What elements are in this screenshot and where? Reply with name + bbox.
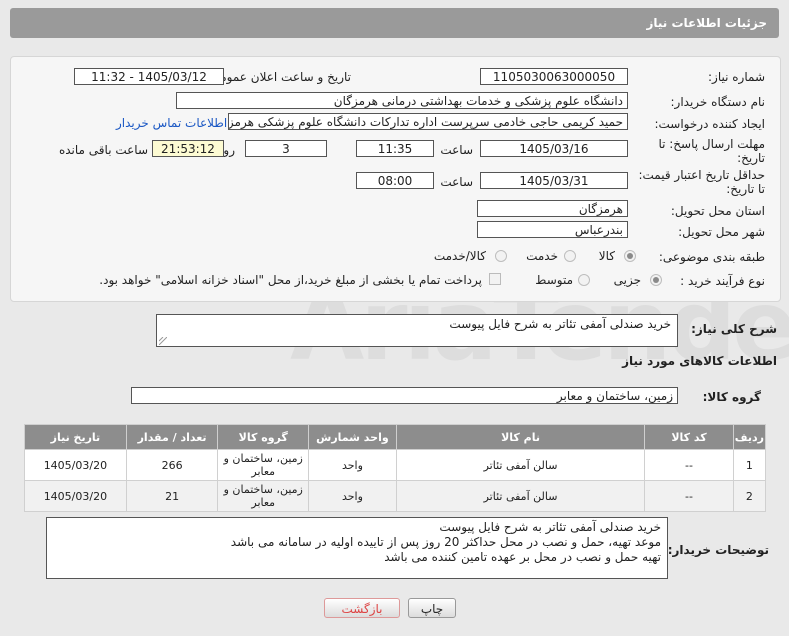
cell-goods-group: زمین، ساختمان و معابر xyxy=(217,480,310,512)
cell-goods-name: سالن آمفی تئاتر xyxy=(395,449,646,481)
buyer-notes-textarea: خرید صندلی آمفی تئاتر به شرح فایل پیوست … xyxy=(46,517,668,579)
goods-table: ردیف کد کالا نام کالا واحد شمارش گروه کا… xyxy=(24,424,767,512)
col-header-quantity: تعداد / مقدار xyxy=(125,424,219,450)
cell-quantity: 266 xyxy=(125,449,219,481)
goods-group-field: زمین، ساختمان و معابر xyxy=(131,387,678,404)
category-option-goods: کالا xyxy=(598,249,615,263)
deadline-time-label: ساعت xyxy=(440,143,473,157)
buyer-notes-line: تهیه حمل و نصب در محل بر عهده تامین کنند… xyxy=(384,550,661,564)
col-header-goods-code: کد کالا xyxy=(644,424,734,450)
creator-field: حمید کریمی حاجی خادمی سرپرست اداره تدارک… xyxy=(228,113,628,130)
process-option-minor: جزیی xyxy=(613,273,641,287)
cell-goods-code: -- xyxy=(644,480,734,512)
summary-text: خرید صندلی آمفی تئاتر به شرح فایل پیوست xyxy=(449,317,671,331)
treasury-payment-note: پرداخت تمام یا بخشی از مبلغ خرید،از محل … xyxy=(99,273,482,287)
col-header-row-number: ردیف xyxy=(732,424,767,450)
deadline-label-date: تاریخ: xyxy=(737,151,765,165)
process-option-medium: متوسط xyxy=(535,273,573,287)
cell-goods-group: زمین، ساختمان و معابر xyxy=(217,449,310,481)
city-field: بندرعباس xyxy=(477,221,628,238)
category-radio-service[interactable] xyxy=(564,250,576,262)
validity-label-date: تا تاریخ: xyxy=(726,182,765,196)
remaining-time-field: 21:53:12 xyxy=(152,140,224,157)
buyer-org-field: دانشگاه علوم پزشکی و خدمات بهداشتی درمان… xyxy=(176,92,628,109)
category-radio-goods[interactable] xyxy=(624,250,636,262)
goods-group-label: گروه کالا: xyxy=(702,390,761,404)
cell-unit: واحد xyxy=(308,449,397,481)
deadline-time-field: 11:35 xyxy=(356,140,434,157)
need-number-field: 1105030063000050 xyxy=(480,68,628,85)
page-title: جزئیات اطلاعات نیاز xyxy=(646,16,767,30)
col-header-need-date: تاریخ نیاز xyxy=(24,424,127,450)
validity-label: حداقل تاریخ اعتبار قیمت: xyxy=(638,168,765,182)
cell-row-number: 1 xyxy=(732,449,767,481)
category-option-goods-service: کالا/خدمت xyxy=(433,249,486,263)
deadline-label: مهلت ارسال پاسخ: تا xyxy=(658,137,765,151)
table-row: 1 -- سالن آمفی تئاتر واحد زمین، ساختمان … xyxy=(24,449,767,481)
col-header-unit: واحد شمارش xyxy=(308,424,397,450)
buyer-contact-link[interactable]: اطلاعات تماس خریدار xyxy=(116,116,227,130)
validity-time-label: ساعت xyxy=(440,175,473,189)
validity-time-field: 08:00 xyxy=(356,172,434,189)
process-type-label: نوع فرآیند خرید : xyxy=(680,274,765,288)
resize-handle-icon[interactable] xyxy=(159,337,167,345)
announce-datetime-field: 1405/03/12 - 11:32 xyxy=(74,68,224,85)
cell-goods-name: سالن آمفی تئاتر xyxy=(395,480,646,512)
need-number-label: شماره نیاز: xyxy=(708,70,765,84)
announce-datetime-label: تاریخ و ساعت اعلان عمومی: xyxy=(206,70,351,84)
remaining-days-field: 3 xyxy=(245,140,327,157)
cell-quantity: 21 xyxy=(125,480,219,512)
summary-textarea: خرید صندلی آمفی تئاتر به شرح فایل پیوست xyxy=(156,314,678,347)
summary-label: شرح کلی نیاز: xyxy=(691,322,777,336)
cell-row-number: 2 xyxy=(732,480,767,512)
category-radio-goods-service[interactable] xyxy=(495,250,507,262)
city-label: شهر محل تحویل: xyxy=(678,225,765,239)
buyer-notes-line: خرید صندلی آمفی تئاتر به شرح فایل پیوست xyxy=(439,520,661,534)
table-row: 2 -- سالن آمفی تئاتر واحد زمین، ساختمان … xyxy=(24,480,767,512)
province-field: هرمزگان xyxy=(477,200,628,217)
cell-need-date: 1405/03/20 xyxy=(24,449,127,481)
cell-unit: واحد xyxy=(308,480,397,512)
col-header-goods-group: گروه کالا xyxy=(217,424,310,450)
print-button[interactable]: چاپ xyxy=(408,598,456,618)
province-label: استان محل تحویل: xyxy=(670,204,765,218)
validity-date-field: 1405/03/31 xyxy=(480,172,628,189)
page-header: جزئیات اطلاعات نیاز xyxy=(10,8,779,38)
remaining-label: ساعت باقی مانده xyxy=(58,143,148,157)
category-label: طبقه بندی موضوعی: xyxy=(658,250,765,264)
buyer-org-label: نام دستگاه خریدار: xyxy=(670,95,766,109)
creator-label: ایجاد کننده درخواست: xyxy=(654,117,765,131)
buyer-notes-line: موعد تهیه، حمل و نصب در محل حداکثر 20 رو… xyxy=(230,535,661,549)
cell-goods-code: -- xyxy=(644,449,734,481)
table-header-row: ردیف کد کالا نام کالا واحد شمارش گروه کا… xyxy=(24,424,767,450)
process-radio-medium[interactable] xyxy=(578,274,590,286)
col-header-goods-name: نام کالا xyxy=(395,424,646,450)
treasury-payment-checkbox[interactable] xyxy=(489,273,501,285)
goods-section-title: اطلاعات کالاهای مورد نیاز xyxy=(622,354,777,368)
category-option-service: خدمت xyxy=(526,249,558,263)
cell-need-date: 1405/03/20 xyxy=(24,480,127,512)
buyer-notes-label: توضیحات خریدار: xyxy=(667,543,769,557)
back-button[interactable]: بازگشت xyxy=(324,598,400,618)
process-radio-minor[interactable] xyxy=(650,274,662,286)
deadline-date-field: 1405/03/16 xyxy=(480,140,628,157)
